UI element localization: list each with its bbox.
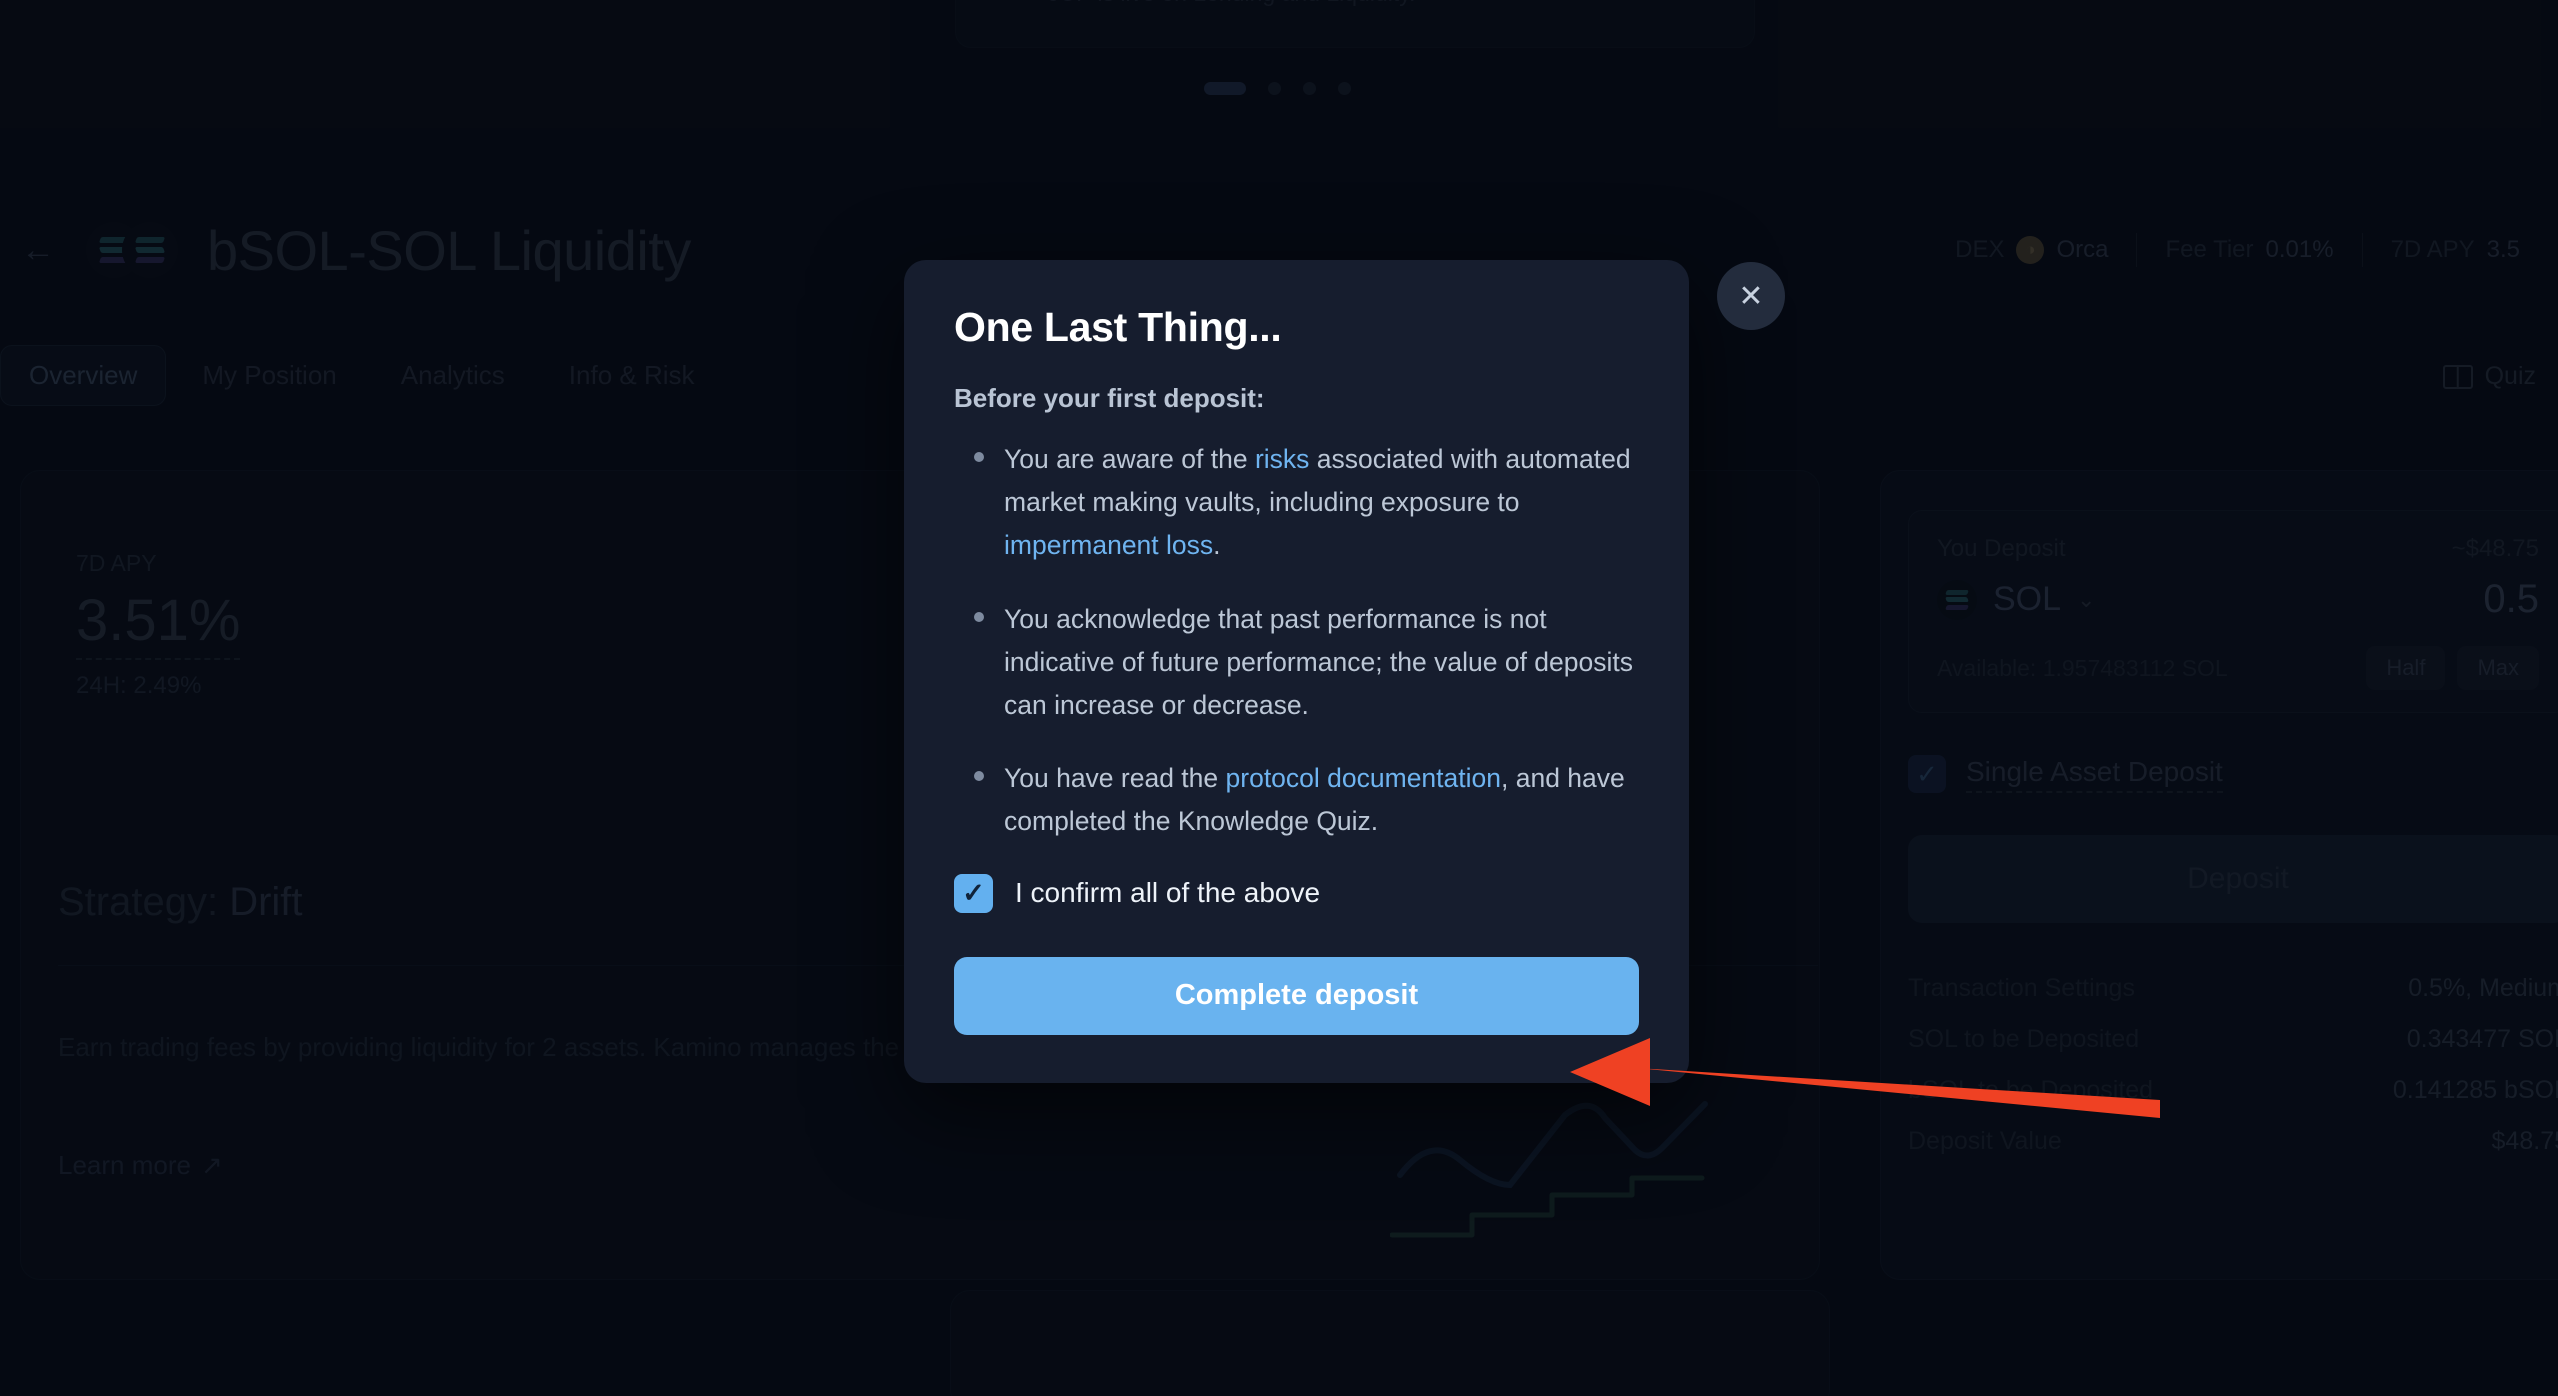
first-deposit-confirmation-modal: One Last Thing... Before your first depo… bbox=[904, 260, 1689, 1083]
confirm-checkbox-label: I confirm all of the above bbox=[1015, 877, 1321, 908]
modal-disclaimer-item: You acknowledge that past performance is… bbox=[954, 598, 1639, 728]
modal-title: One Last Thing... bbox=[954, 304, 1282, 350]
complete-deposit-button[interactable]: Complete deposit bbox=[954, 956, 1639, 1035]
inline-link[interactable]: impermanent loss bbox=[1004, 530, 1213, 560]
inline-link[interactable]: protocol documentation bbox=[1226, 763, 1501, 793]
confirm-checkbox-row[interactable]: ✓ I confirm all of the above bbox=[954, 873, 1639, 913]
modal-disclaimer-item: You are aware of the risks associated wi… bbox=[954, 438, 1639, 568]
inline-link[interactable]: risks bbox=[1255, 444, 1309, 474]
modal-disclaimer-list: You are aware of the risks associated wi… bbox=[954, 438, 1639, 844]
checkbox-checked-icon[interactable]: ✓ bbox=[954, 873, 993, 913]
modal-disclaimer-item: You have read the protocol documentation… bbox=[954, 757, 1639, 843]
close-icon: ✕ bbox=[1738, 279, 1764, 313]
close-modal-button[interactable]: ✕ bbox=[1717, 262, 1785, 330]
modal-subtitle: Before your first deposit: bbox=[954, 383, 1265, 413]
